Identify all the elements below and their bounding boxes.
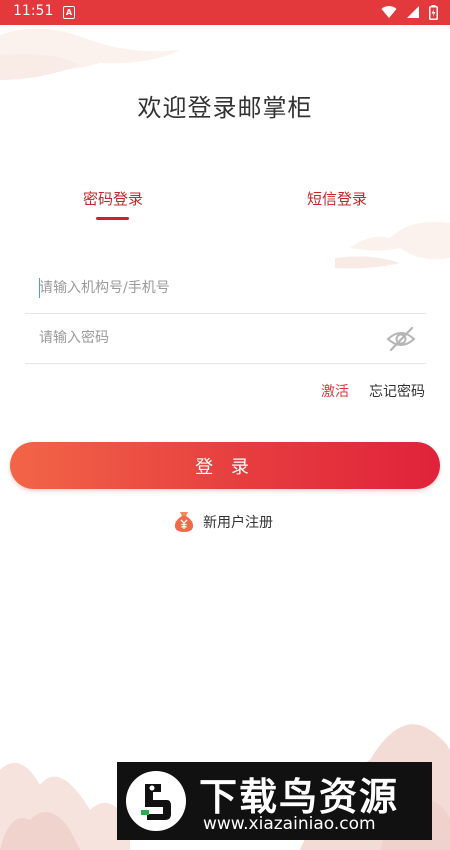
a-icon: A	[63, 6, 75, 19]
watermark: 下载鸟资源 www.xiazainiao.com	[117, 762, 432, 840]
tab-password-login[interactable]: 密码登录	[83, 188, 143, 209]
eye-off-icon[interactable]	[386, 324, 416, 354]
account-field	[25, 264, 426, 314]
status-icons	[377, 5, 438, 21]
wifi-icon	[381, 6, 397, 19]
register-label: 新用户注册	[203, 515, 273, 531]
page-title: 欢迎登录邮掌柜	[137, 94, 313, 122]
password-input[interactable]	[39, 326, 369, 350]
account-input[interactable]	[39, 276, 369, 300]
watermark-url: www.xiazainiao.com	[203, 814, 376, 834]
login-screen: 11:51 A 欢迎登录邮掌柜 密码登录 短信登录 请输入机构号/手机号 激活 …	[0, 0, 450, 850]
watermark-title: 下载鸟资源	[199, 775, 400, 819]
active-tab-indicator	[96, 217, 129, 220]
status-bar: 11:51 A	[0, 0, 450, 25]
money-bag-icon	[174, 512, 194, 532]
login-button[interactable]: 登 录	[10, 442, 440, 489]
password-field	[25, 314, 426, 364]
activate-link[interactable]: 激活	[321, 381, 349, 401]
tab-sms-login[interactable]: 短信登录	[307, 188, 367, 209]
signal-icon	[406, 6, 419, 18]
forgot-password-link[interactable]: 忘记密码	[369, 381, 425, 401]
battery-icon	[429, 5, 438, 20]
cloud-decoration-top-left	[0, 28, 180, 80]
status-time: 11:51	[13, 3, 54, 19]
bird-logo-icon	[126, 771, 186, 831]
